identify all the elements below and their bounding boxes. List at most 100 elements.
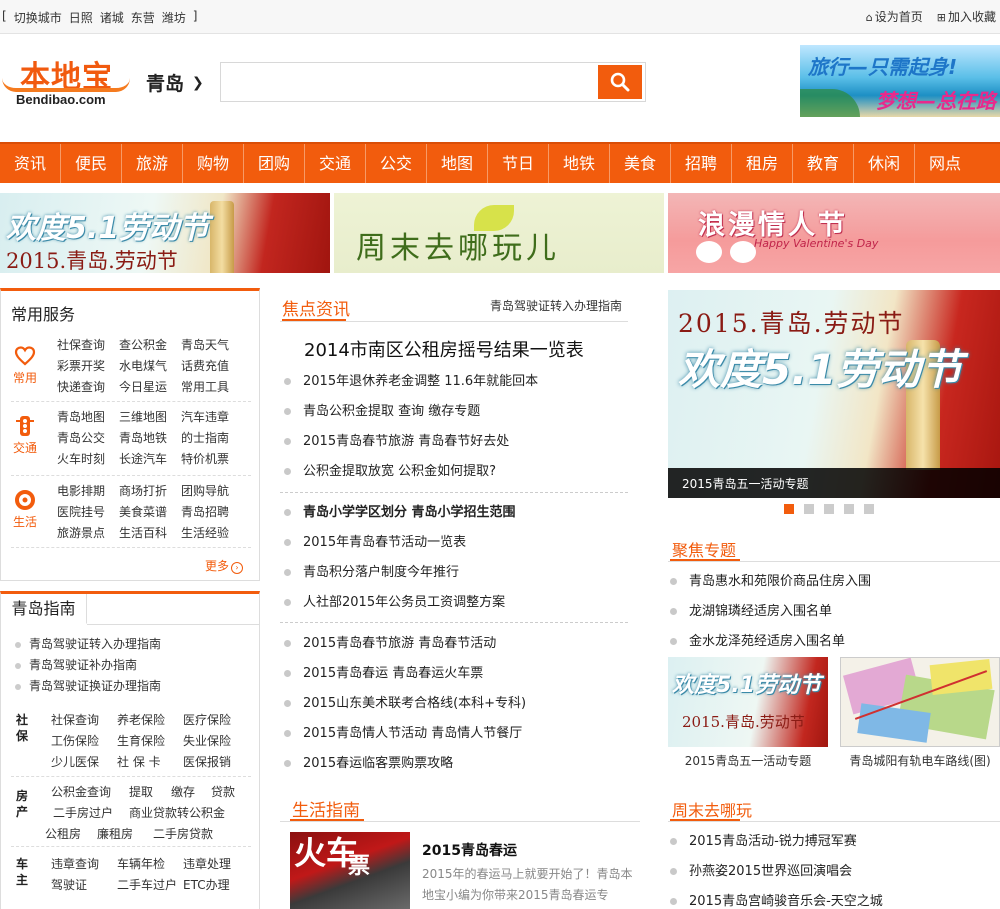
news-item[interactable]: 2015青岛春节旅游 青岛春节活动: [284, 629, 628, 659]
guide-cat-link[interactable]: 生育保险: [117, 731, 183, 752]
slider-dot[interactable]: [804, 504, 814, 514]
news-item[interactable]: 2015青岛春节旅游 青岛春节好去处: [284, 427, 628, 457]
service-link[interactable]: 长途汽车: [119, 449, 181, 470]
guide-cat-link[interactable]: 违章查询: [51, 854, 117, 875]
guide-cat-link[interactable]: 提取: [117, 782, 171, 803]
slider-dot[interactable]: [844, 504, 854, 514]
service-link[interactable]: 商场打折: [119, 481, 181, 502]
thumb-tram-map[interactable]: [840, 657, 1000, 747]
nav-item[interactable]: 购物: [183, 144, 244, 183]
focus-headline[interactable]: 2014市南区公租房摇号结果一览表: [304, 336, 584, 362]
service-link[interactable]: 医院挂号: [57, 502, 119, 523]
nav-item[interactable]: 地图: [427, 144, 488, 183]
service-link[interactable]: 青岛招聘: [181, 502, 243, 523]
service-link[interactable]: 青岛地铁: [119, 428, 181, 449]
service-link[interactable]: 特价机票: [181, 449, 243, 470]
add-favorite-link[interactable]: ⊞ 加入收藏: [937, 8, 996, 25]
banner-weekend[interactable]: 周末去哪玩儿: [334, 193, 664, 273]
nav-item[interactable]: 节日: [488, 144, 549, 183]
weekend-item[interactable]: 2015青岛宫崎骏音乐会-天空之城: [670, 887, 1000, 909]
guide-cat-link[interactable]: 缴存: [171, 782, 211, 803]
nav-item[interactable]: 交通: [305, 144, 366, 183]
guide-cat-link[interactable]: 医疗保险: [183, 710, 249, 731]
service-link[interactable]: 查公积金: [119, 335, 181, 356]
nav-item[interactable]: 便民: [61, 144, 122, 183]
city-link-dongying[interactable]: 东营: [131, 9, 155, 26]
service-link[interactable]: 团购导航: [181, 481, 243, 502]
set-homepage-link[interactable]: ⌂ 设为首页: [866, 8, 923, 25]
guide-cat-link[interactable]: 二手房贷款: [153, 824, 233, 845]
service-link[interactable]: 美食菜谱: [119, 502, 181, 523]
service-link[interactable]: 社保查询: [57, 335, 119, 356]
news-item[interactable]: 2015年退休养老金调整 11.6年就能回本: [284, 367, 628, 397]
service-link[interactable]: 生活经验: [181, 523, 243, 544]
guide-cat-link[interactable]: 社 保 卡: [117, 752, 183, 773]
service-link[interactable]: 电影排期: [57, 481, 119, 502]
slider-dot[interactable]: [824, 504, 834, 514]
nav-item[interactable]: 地铁: [549, 144, 610, 183]
topic-item[interactable]: 龙湖锦璘经适房入围名单: [670, 597, 1000, 627]
service-link[interactable]: 彩票开奖: [57, 356, 119, 377]
service-link[interactable]: 快递查询: [57, 377, 119, 398]
news-item[interactable]: 2015青岛情人节活动 青岛情人节餐厅: [284, 719, 628, 749]
service-link[interactable]: 话费充值: [181, 356, 243, 377]
news-item-bold[interactable]: 青岛小学学区划分 青岛小学招生范围: [284, 498, 628, 528]
service-link[interactable]: 青岛公交: [57, 428, 119, 449]
news-item[interactable]: 青岛积分落户制度今年推行: [284, 558, 628, 588]
nav-item[interactable]: 教育: [793, 144, 854, 183]
search-input[interactable]: [225, 67, 595, 97]
nav-item[interactable]: 公交: [366, 144, 427, 183]
guide-cat-link[interactable]: 二手车过户: [117, 875, 183, 896]
guide-cat-link[interactable]: 廉租房: [97, 824, 153, 845]
nav-item[interactable]: 旅游: [122, 144, 183, 183]
service-link[interactable]: 常用工具: [181, 377, 243, 398]
guide-cat-link[interactable]: 贷款: [211, 782, 247, 803]
travel-ad-banner[interactable]: 旅行—只需起身! 梦想—总在路上: [800, 45, 1000, 117]
service-link[interactable]: 青岛地图: [57, 407, 119, 428]
guide-cat-link[interactable]: 失业保险: [183, 731, 249, 752]
guide-cat-link[interactable]: 医保报销: [183, 752, 249, 773]
city-link-zhucheng[interactable]: 诸城: [100, 9, 124, 26]
city-link-weifang[interactable]: 潍坊: [162, 9, 186, 26]
nav-item[interactable]: 网点: [915, 144, 975, 183]
service-link[interactable]: 生活百科: [119, 523, 181, 544]
topic-item[interactable]: 青岛惠水和苑限价商品住房入围: [670, 567, 1000, 597]
guide-cat-link[interactable]: 商业贷款转公积金: [129, 803, 253, 824]
switch-city-label[interactable]: 切换城市: [14, 9, 62, 26]
more-services-link[interactable]: 更多 ›: [205, 557, 243, 574]
service-link[interactable]: 今日星运: [119, 377, 181, 398]
guide-cat-link[interactable]: 养老保险: [117, 710, 183, 731]
service-link[interactable]: 水电煤气: [119, 356, 181, 377]
guide-cat-link[interactable]: 驾驶证: [51, 875, 117, 896]
thumb-labor-day-caption[interactable]: 2015青岛五一活动专题: [668, 752, 828, 769]
nav-item[interactable]: 招聘: [671, 144, 732, 183]
guide-cat-link[interactable]: 违章处理: [183, 854, 249, 875]
guide-link[interactable]: 青岛驾驶证补办指南: [15, 655, 161, 676]
guide-cat-link[interactable]: 二手房过户: [51, 803, 129, 824]
weekend-item[interactable]: 孙燕姿2015世界巡回演唱会: [670, 857, 1000, 887]
thumb-tram-map-caption[interactable]: 青岛城阳有轨电车路线(图): [840, 752, 1000, 769]
train-ticket-image[interactable]: 火车 票: [290, 832, 410, 909]
news-item[interactable]: 2015青岛春运 青岛春运火车票: [284, 659, 628, 689]
site-logo[interactable]: 本地宝 Bendibao.com: [2, 50, 132, 110]
service-link[interactable]: 火车时刻: [57, 449, 119, 470]
life-article-title[interactable]: 2015青岛春运: [422, 840, 517, 860]
service-link[interactable]: 的士指南: [181, 428, 243, 449]
news-item[interactable]: 青岛公积金提取 查询 缴存专题: [284, 397, 628, 427]
guide-cat-link[interactable]: 车辆年检: [117, 854, 183, 875]
focus-news-right-link[interactable]: 青岛驾驶证转入办理指南: [490, 297, 622, 314]
banner-labor-day[interactable]: 欢度5.1劳动节 2015.青岛.劳动节: [0, 193, 330, 273]
news-item[interactable]: 2015春运临客票购票攻略: [284, 749, 628, 779]
city-link-rizhao[interactable]: 日照: [69, 9, 93, 26]
thumb-labor-day[interactable]: 欢度5.1劳动节 2015.青岛.劳动节: [668, 657, 828, 747]
guide-cat-link[interactable]: ETC办理: [183, 875, 249, 896]
service-link[interactable]: 青岛天气: [181, 335, 243, 356]
news-item[interactable]: 公积金提取放宽 公积金如何提取?: [284, 457, 628, 487]
nav-item[interactable]: 租房: [732, 144, 793, 183]
slider-dot[interactable]: [784, 504, 794, 514]
search-button[interactable]: [598, 65, 642, 99]
nav-item[interactable]: 美食: [610, 144, 671, 183]
guide-cat-link[interactable]: 公积金查询: [51, 782, 117, 803]
service-link[interactable]: 三维地图: [119, 407, 181, 428]
nav-item[interactable]: 资讯: [0, 144, 61, 183]
